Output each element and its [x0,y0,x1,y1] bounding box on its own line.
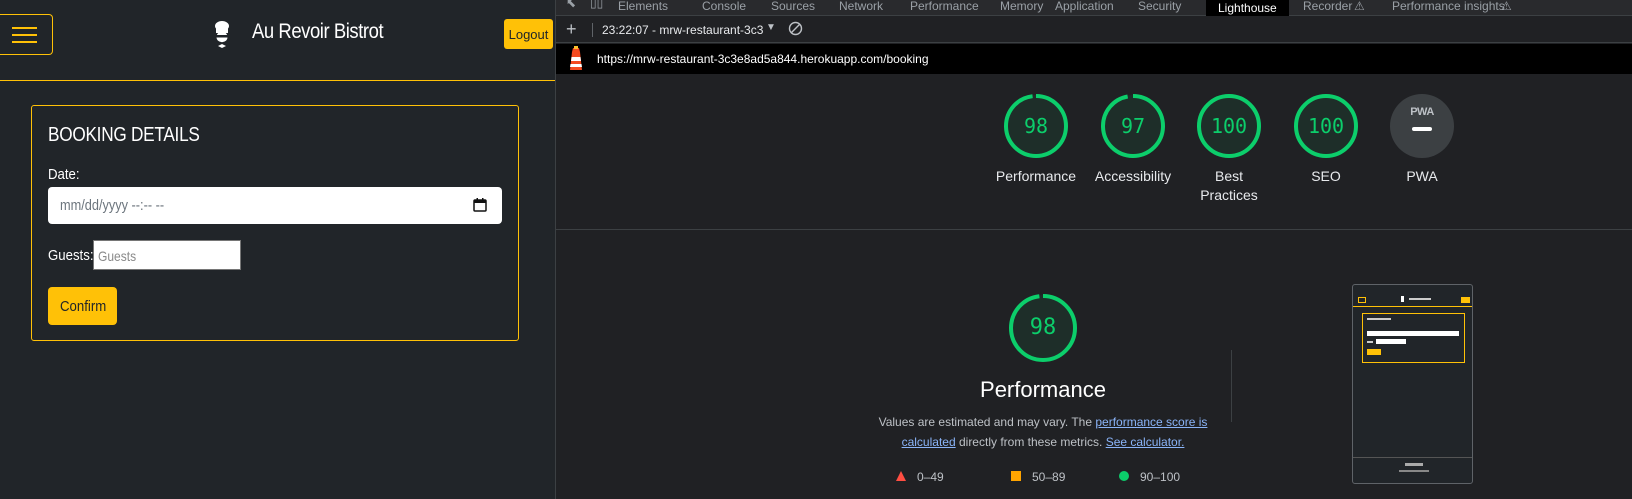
chef-logo-icon[interactable] [210,20,234,50]
new-report-icon[interactable]: + [566,19,577,40]
final-screenshot-thumbnail[interactable] [1352,284,1473,484]
report-url-bar: https://mrw-restaurant-3c3e8ad5a844.hero… [556,44,1632,74]
thumb-menu-icon [1358,297,1366,303]
booking-card: BOOKING DETAILS Date: mm/dd/yyyy --:-- -… [31,105,519,341]
date-label: Date: [48,166,80,183]
score-label[interactable]: Best Practices [1194,167,1264,205]
thumb-card [1362,313,1465,363]
score-gauge-accessibility[interactable]: 97 [1101,94,1165,158]
guests-input[interactable]: Guests [93,240,241,270]
site-navbar: Au Revoir Bistrot Logout [0,0,555,81]
device-toolbar-icon[interactable]: ▯▯ [590,0,603,10]
calendar-icon[interactable] [473,198,487,212]
report-url[interactable]: https://mrw-restaurant-3c3e8ad5a844.hero… [597,52,929,66]
thumb-logo-icon [1401,296,1404,302]
hamburger-line [12,34,37,36]
score-gauge-seo[interactable]: 100 [1294,94,1358,158]
brand-name[interactable]: Au Revoir Bistrot [252,20,384,44]
devtools-tabbar: ⬉ ▯▯ Elements Console Sources Network Perfor… [556,0,1632,16]
tab-elements[interactable]: Elements [618,0,668,13]
lighthouse-sessionbar: + 23:22:07 - mrw-restaurant-3c3 ▼ [556,17,1632,43]
guests-label: Guests: [48,247,94,264]
thumb-footer-icons [1405,463,1423,466]
toolbar-separator [592,23,593,37]
score-label[interactable]: Performance [981,167,1091,186]
thumb-footer-border [1353,457,1472,458]
tab-security[interactable]: Security [1138,0,1181,13]
performance-big-gauge[interactable]: 98 [1007,292,1079,364]
tab-performance[interactable]: Performance [910,0,979,13]
warning-icon: ⚠ [1501,0,1512,13]
hamburger-line [12,27,37,29]
warning-icon: ⚠ [1354,0,1365,13]
menu-toggle-button[interactable] [0,14,53,55]
score-label[interactable]: PWA [1367,167,1477,186]
guests-placeholder: Guests [98,248,137,264]
legend-range: 90–100 [1140,470,1181,484]
thumb-nav-border [1353,306,1472,307]
confirm-button[interactable]: Confirm [48,287,117,325]
square-icon [1011,471,1021,481]
tab-network[interactable]: Network [839,0,883,13]
chevron-down-icon[interactable]: ▼ [766,22,776,33]
tab-performance-insights[interactable]: Performance insights [1392,0,1505,13]
score-value: 100 [1307,114,1345,138]
site-viewport: Au Revoir Bistrot Logout BOOKING DETAILS… [0,0,555,499]
tab-lighthouse[interactable]: Lighthouse [1206,0,1289,16]
devtools-panel: ⬉ ▯▯ Elements Console Sources Network Perfor… [555,0,1632,499]
gauge-ring [1390,94,1454,158]
score-gauge-pwa[interactable]: PWA [1390,94,1454,158]
score-label[interactable]: SEO [1271,167,1381,186]
score-gauge-best-practices[interactable]: 100 [1197,94,1261,158]
date-placeholder: mm/dd/yyyy --:-- -- [60,197,165,214]
vertical-separator [1231,350,1232,422]
tab-sources[interactable]: Sources [771,0,815,13]
section-divider [556,229,1632,230]
thumb-footer-text [1399,470,1429,472]
score-gauge-performance[interactable]: 98 [1004,94,1068,158]
logout-button[interactable]: Logout [504,19,553,49]
performance-description: Values are estimated and may vary. The p… [876,412,1210,452]
score-value: 100 [1210,114,1248,138]
circle-icon [1119,471,1129,481]
tab-application[interactable]: Application [1055,0,1114,13]
lighthouse-icon [570,46,582,70]
pwa-dash-icon [1412,127,1432,131]
clear-icon[interactable] [788,21,803,36]
performance-title: Performance [980,377,1106,402]
triangle-icon [896,471,906,481]
see-calculator-link[interactable]: See calculator. [1106,435,1185,449]
score-label[interactable]: Accessibility [1078,167,1188,186]
pwa-badge-icon: PWA [1410,106,1434,118]
date-input[interactable]: mm/dd/yyyy --:-- -- [48,187,502,224]
performance-big-score: 98 [1029,315,1057,340]
inspect-icon[interactable]: ⬉ [566,0,576,10]
tab-console[interactable]: Console [702,0,746,13]
score-value: 98 [1023,114,1049,138]
report-selector[interactable]: 23:22:07 - mrw-restaurant-3c3 [602,23,763,37]
hamburger-line [12,41,37,43]
tab-recorder[interactable]: Recorder [1303,0,1352,13]
desc-mid: directly from these metrics. [955,435,1106,449]
thumb-brand [1409,298,1431,300]
confirm-label: Confirm [60,298,107,315]
legend-range: 50–89 [1032,470,1066,484]
score-value: 97 [1120,114,1146,138]
tab-memory[interactable]: Memory [1000,0,1043,13]
thumb-logout [1461,297,1470,303]
desc-prefix: Values are estimated and may vary. The [878,415,1096,429]
card-title: BOOKING DETAILS [48,124,200,146]
legend-range: 0–49 [917,470,944,484]
